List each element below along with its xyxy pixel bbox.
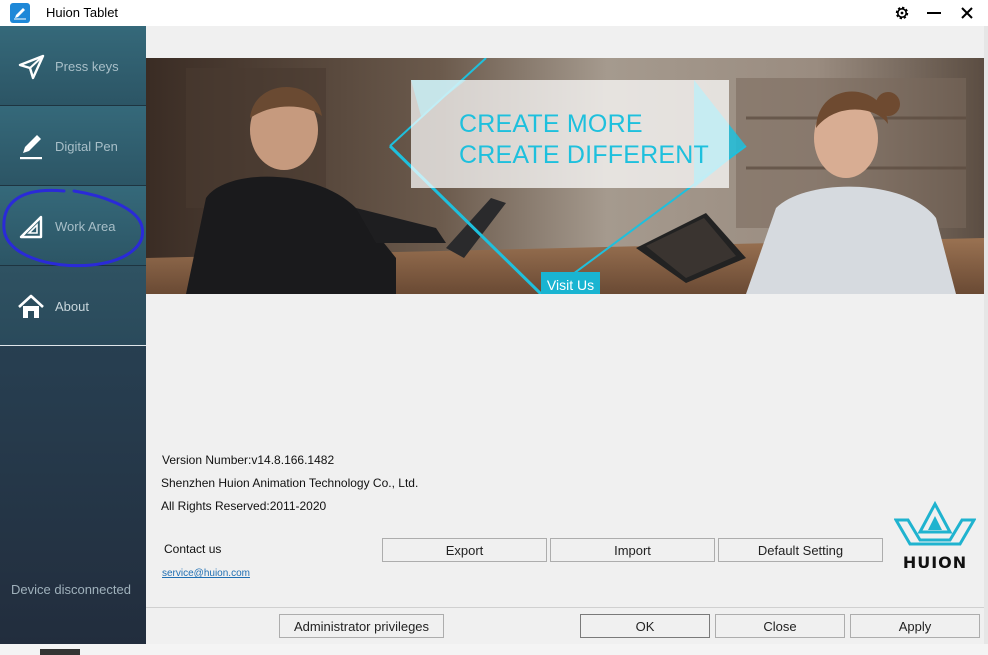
close-window-button[interactable] [955, 2, 979, 24]
window-title: Huion Tablet [46, 5, 119, 20]
minimize-button[interactable] [922, 2, 946, 24]
sidebar-item-press-keys[interactable]: Press keys [0, 26, 146, 106]
window-edge [984, 26, 988, 655]
divider [146, 607, 984, 608]
company-name: Shenzhen Huion Animation Technology Co.,… [161, 476, 419, 490]
export-button[interactable]: Export [382, 538, 547, 562]
sidebar-item-label: Press keys [55, 59, 119, 74]
device-status: Device disconnected [11, 582, 131, 597]
huion-logo-text: HUION [902, 553, 968, 572]
taskbar-strip [0, 644, 988, 655]
title-bar: Huion Tablet [0, 0, 988, 26]
settings-button[interactable] [890, 2, 914, 24]
ok-button[interactable]: OK [580, 614, 710, 638]
visit-us-button[interactable]: Visit Us [541, 272, 600, 294]
sidebar: Press keys Digital Pen Work Area About D… [0, 26, 146, 644]
promo-banner[interactable]: CREATE MORE CREATE DIFFERENT Visit Us [146, 58, 984, 294]
pen-icon [20, 135, 42, 160]
banner-tagline-2: CREATE DIFFERENT [459, 141, 709, 169]
import-button[interactable]: Import [550, 538, 715, 562]
close-button[interactable]: Close [715, 614, 845, 638]
contact-label: Contact us [164, 542, 222, 556]
annotation-circle [2, 188, 145, 268]
default-setting-button[interactable]: Default Setting [718, 538, 883, 562]
minimize-icon [927, 12, 941, 14]
sidebar-item-label: Digital Pen [55, 139, 118, 154]
apply-button[interactable]: Apply [850, 614, 980, 638]
copyright-text: All Rights Reserved:2011-2020 [161, 499, 327, 513]
sidebar-item-about[interactable]: About [0, 266, 146, 346]
close-icon [961, 7, 973, 19]
admin-privileges-button[interactable]: Administrator privileges [279, 614, 444, 638]
home-icon [18, 294, 44, 318]
banner-tagline-1: CREATE MORE [459, 110, 643, 138]
huion-crown-icon [893, 500, 977, 546]
sidebar-item-label: About [55, 299, 89, 314]
banner-photo [146, 58, 984, 294]
sidebar-item-digital-pen[interactable]: Digital Pen [0, 106, 146, 186]
send-icon [18, 54, 45, 80]
gear-icon [895, 6, 909, 20]
main-panel: CREATE MORE CREATE DIFFERENT Visit Us Ve… [146, 26, 984, 644]
app-icon [10, 3, 30, 23]
version-number: Version Number:v14.8.166.1482 [162, 453, 335, 467]
huion-logo: HUION [893, 500, 977, 572]
contact-email-link[interactable]: service@huion.com [162, 568, 250, 579]
